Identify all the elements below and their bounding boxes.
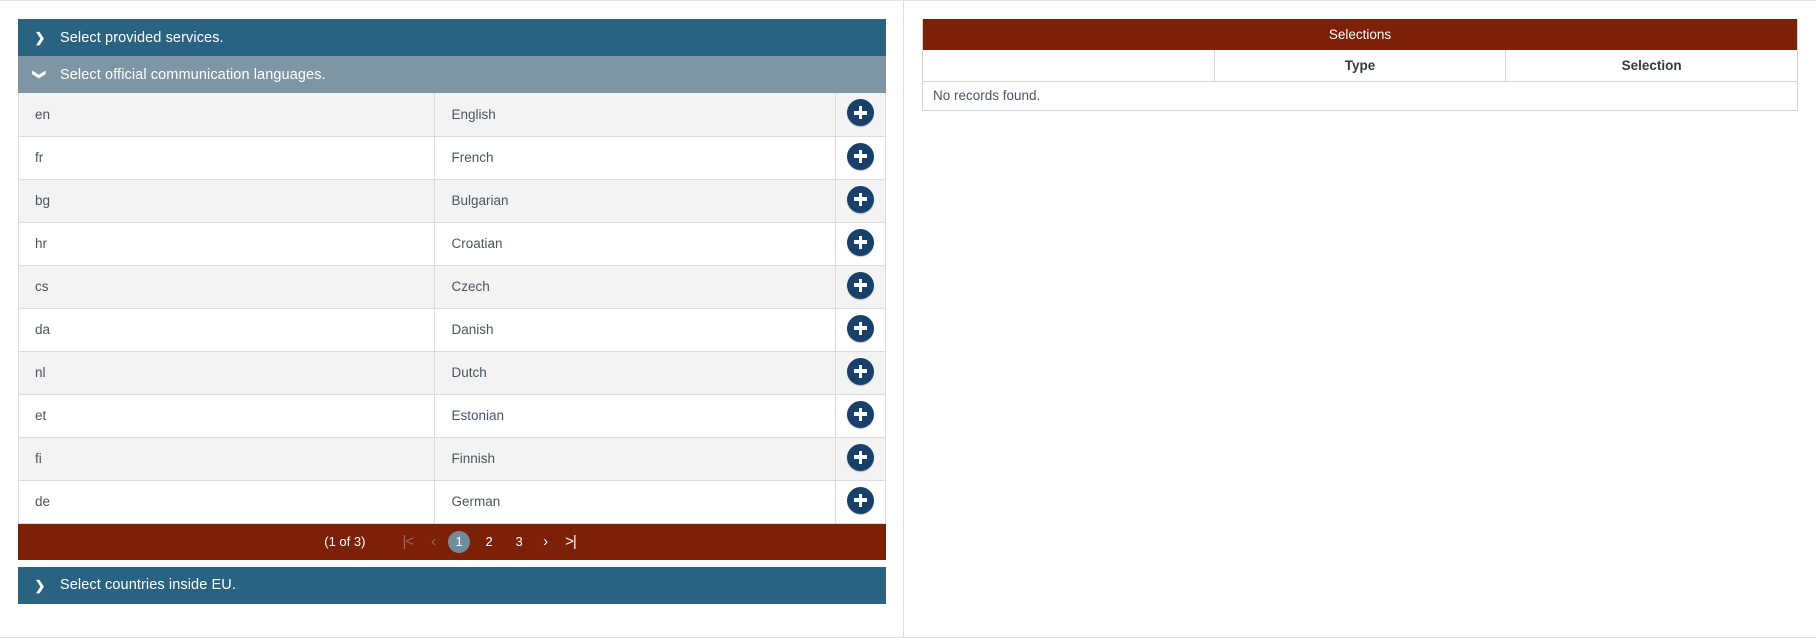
page-button-1[interactable]: 1 <box>448 530 471 553</box>
language-action-cell <box>835 308 886 352</box>
page-root: ❯ Select provided services. ❯ Select off… <box>0 0 1816 638</box>
plus-icon[interactable] <box>846 443 874 471</box>
language-code-cell: da <box>18 308 436 352</box>
language-action-cell <box>835 222 886 266</box>
accordion-header-countries[interactable]: ❯ Select countries inside EU. <box>18 566 886 604</box>
selections-table-head: Selections Type Selection <box>922 19 1798 82</box>
language-action-cell <box>835 265 886 309</box>
language-code-cell: fr <box>18 136 436 180</box>
language-name-cell: Czech <box>434 265 836 309</box>
language-code-cell: et <box>18 394 436 438</box>
paginator: (1 of 3) |< ‹ 1 2 3 › >| <box>18 523 886 560</box>
plus-icon[interactable] <box>846 228 874 256</box>
plus-icon[interactable] <box>846 142 874 170</box>
language-action-cell <box>835 351 886 395</box>
language-action-cell <box>835 179 886 223</box>
language-name-cell: Dutch <box>434 351 836 395</box>
plus-icon[interactable] <box>846 486 874 514</box>
table-row: en English <box>18 93 886 137</box>
selections-table: Selections Type Selection No records fou… <box>922 19 1798 111</box>
language-action-cell <box>835 394 886 438</box>
table-row: No records found. <box>922 81 1798 110</box>
languages-table: en English fr French bg Bulgarian hr Cro… <box>18 93 886 524</box>
table-row: cs Czech <box>18 265 886 309</box>
no-records-message: No records found. <box>922 81 1798 110</box>
language-name-cell: Finnish <box>434 437 836 481</box>
page-button-3[interactable]: 3 <box>508 531 530 553</box>
language-action-cell <box>835 480 886 524</box>
table-row: da Danish <box>18 308 886 352</box>
chevron-down-icon: ❯ <box>32 69 48 80</box>
table-row: fi Finnish <box>18 437 886 481</box>
language-code-cell: en <box>18 93 436 137</box>
table-row: hr Croatian <box>18 222 886 266</box>
language-code-cell: fi <box>18 437 436 481</box>
accordion-header-languages[interactable]: ❯ Select official communication language… <box>18 56 886 93</box>
column-header-selection: Selection <box>1505 50 1798 82</box>
plus-icon[interactable] <box>846 99 874 127</box>
first-page-icon[interactable]: |< <box>397 534 418 549</box>
table-row: fr French <box>18 136 886 180</box>
column-header-blank <box>922 50 1215 82</box>
selection-accordion: ❯ Select provided services. ❯ Select off… <box>18 19 886 604</box>
language-name-cell: Danish <box>434 308 836 352</box>
language-action-cell <box>835 437 886 481</box>
plus-icon[interactable] <box>846 357 874 385</box>
selections-title: Selections <box>922 19 1798 50</box>
language-name-cell: Estonian <box>434 394 836 438</box>
prev-page-icon[interactable]: ‹ <box>426 534 440 549</box>
language-name-cell: English <box>434 93 836 137</box>
selections-table-body: No records found. <box>922 81 1798 110</box>
next-page-icon[interactable]: › <box>538 534 552 549</box>
language-code-cell: cs <box>18 265 436 309</box>
language-action-cell <box>835 136 886 180</box>
selections-header-row: Type Selection <box>922 50 1798 82</box>
language-name-cell: French <box>434 136 836 180</box>
two-panel-layout: ❯ Select provided services. ❯ Select off… <box>0 1 1816 637</box>
language-action-cell <box>835 93 886 137</box>
language-name-cell: Bulgarian <box>434 179 836 223</box>
language-code-cell: bg <box>18 179 436 223</box>
table-row: et Estonian <box>18 394 886 438</box>
accordion-header-services[interactable]: ❯ Select provided services. <box>18 19 886 56</box>
page-button-2[interactable]: 2 <box>478 531 500 553</box>
language-name-cell: Croatian <box>434 222 836 266</box>
language-code-cell: de <box>18 480 436 524</box>
table-row: de German <box>18 480 886 524</box>
language-code-cell: hr <box>18 222 436 266</box>
left-panel: ❯ Select provided services. ❯ Select off… <box>0 1 904 637</box>
right-panel: Selections Type Selection No records fou… <box>904 1 1816 637</box>
last-page-icon[interactable]: >| <box>560 534 581 549</box>
language-name-cell: German <box>434 480 836 524</box>
languages-table-body: en English fr French bg Bulgarian hr Cro… <box>18 93 886 524</box>
selections-title-row: Selections <box>922 19 1798 50</box>
accordion-header-languages-label: Select official communication languages. <box>60 66 326 83</box>
chevron-right-icon: ❯ <box>34 577 46 593</box>
column-header-type: Type <box>1214 50 1507 82</box>
plus-icon[interactable] <box>846 314 874 342</box>
chevron-right-icon: ❯ <box>34 30 46 45</box>
plus-icon[interactable] <box>846 400 874 428</box>
plus-icon[interactable] <box>846 271 874 299</box>
plus-icon[interactable] <box>846 185 874 213</box>
table-row: nl Dutch <box>18 351 886 395</box>
accordion-header-countries-label: Select countries inside EU. <box>60 577 236 593</box>
language-code-cell: nl <box>18 351 436 395</box>
accordion-header-services-label: Select provided services. <box>60 29 224 46</box>
table-row: bg Bulgarian <box>18 179 886 223</box>
paginator-count: (1 of 3) <box>324 534 366 549</box>
